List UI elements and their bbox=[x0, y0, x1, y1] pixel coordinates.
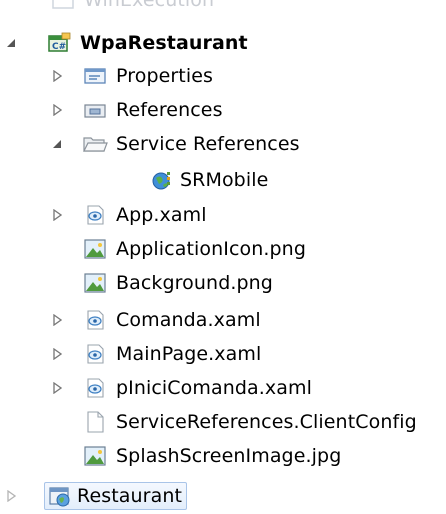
tree-item-label: SRMobile bbox=[180, 169, 269, 191]
tree-item-label: SplashScreenImage.jpg bbox=[116, 445, 342, 467]
expand-arrow-icon[interactable] bbox=[4, 489, 18, 503]
expand-arrow-icon[interactable] bbox=[50, 313, 64, 327]
tree-item-properties[interactable]: Properties bbox=[50, 58, 213, 94]
tree-item-label: Service References bbox=[116, 133, 300, 155]
tree-item-comanda-xaml[interactable]: Comanda.xaml bbox=[50, 302, 261, 338]
expand-arrow-icon[interactable] bbox=[50, 69, 64, 83]
tree-item-label: WinExecution bbox=[84, 0, 215, 11]
properties-icon bbox=[82, 64, 108, 88]
xaml-file-icon bbox=[82, 203, 108, 227]
expand-arrow-icon[interactable] bbox=[50, 381, 64, 395]
xaml-file-icon bbox=[82, 342, 108, 366]
image-file-icon bbox=[82, 271, 108, 295]
tree-item-label: Comanda.xaml bbox=[116, 309, 261, 331]
xaml-file-icon bbox=[82, 376, 108, 400]
tree-item-pinicicomanda-xaml[interactable]: pIniciComanda.xaml bbox=[50, 370, 312, 406]
tree-item-references[interactable]: References bbox=[50, 92, 223, 128]
service-globe-icon bbox=[150, 168, 176, 192]
tree-item-label: Properties bbox=[116, 65, 214, 87]
open-folder-icon bbox=[82, 132, 108, 156]
csharp-project-icon: C# bbox=[46, 31, 72, 55]
image-file-icon bbox=[82, 444, 108, 468]
tree-item-label: ServiceReferences.ClientConfig bbox=[116, 411, 417, 433]
tree-item-label: pIniciComanda.xaml bbox=[116, 377, 313, 399]
image-file-icon bbox=[82, 237, 108, 261]
tree-item-app-xaml[interactable]: App.xaml bbox=[50, 197, 207, 233]
tree-item-project[interactable]: C# WpaRestaurant bbox=[0, 25, 248, 61]
tree-item-mainpage-xaml[interactable]: MainPage.xaml bbox=[50, 336, 261, 372]
project-icon bbox=[50, 0, 76, 12]
tree-item-label: ApplicationIcon.png bbox=[116, 238, 306, 260]
tree-item-ghost[interactable]: WinExecution bbox=[50, 0, 214, 18]
tree-item-label: MainPage.xaml bbox=[116, 343, 262, 365]
blank-file-icon bbox=[82, 410, 108, 434]
expand-arrow-icon[interactable] bbox=[50, 208, 64, 222]
tree-item-label: References bbox=[116, 99, 223, 121]
tree-item-splashscreenimage-jpg[interactable]: SplashScreenImage.jpg bbox=[82, 438, 341, 474]
xaml-file-icon bbox=[82, 308, 108, 332]
expand-arrow-icon[interactable] bbox=[50, 103, 64, 117]
tree-item-service-references[interactable]: Service References bbox=[50, 126, 300, 162]
tree-item-srmobile[interactable]: SRMobile bbox=[150, 162, 268, 198]
tree-item-background-png[interactable]: Background.png bbox=[82, 265, 273, 301]
tree-item-label: Background.png bbox=[116, 272, 273, 294]
collapse-arrow-icon[interactable] bbox=[50, 137, 64, 151]
collapse-arrow-icon[interactable] bbox=[4, 36, 18, 50]
web-project-icon bbox=[47, 484, 73, 508]
references-folder-icon bbox=[82, 98, 108, 122]
tree-item-clientconfig[interactable]: ServiceReferences.ClientConfig bbox=[82, 404, 417, 440]
project-label: WpaRestaurant bbox=[80, 32, 248, 54]
tree-item-applicationicon-png[interactable]: ApplicationIcon.png bbox=[82, 231, 306, 267]
tree-item-label: App.xaml bbox=[116, 204, 207, 226]
project-label: Restaurant bbox=[77, 485, 183, 507]
svg-text:C#: C# bbox=[52, 42, 66, 52]
selection-highlight[interactable]: Restaurant bbox=[44, 482, 188, 510]
expand-arrow-icon[interactable] bbox=[50, 347, 64, 361]
tree-item-restaurant[interactable]: Restaurant bbox=[0, 478, 188, 514]
